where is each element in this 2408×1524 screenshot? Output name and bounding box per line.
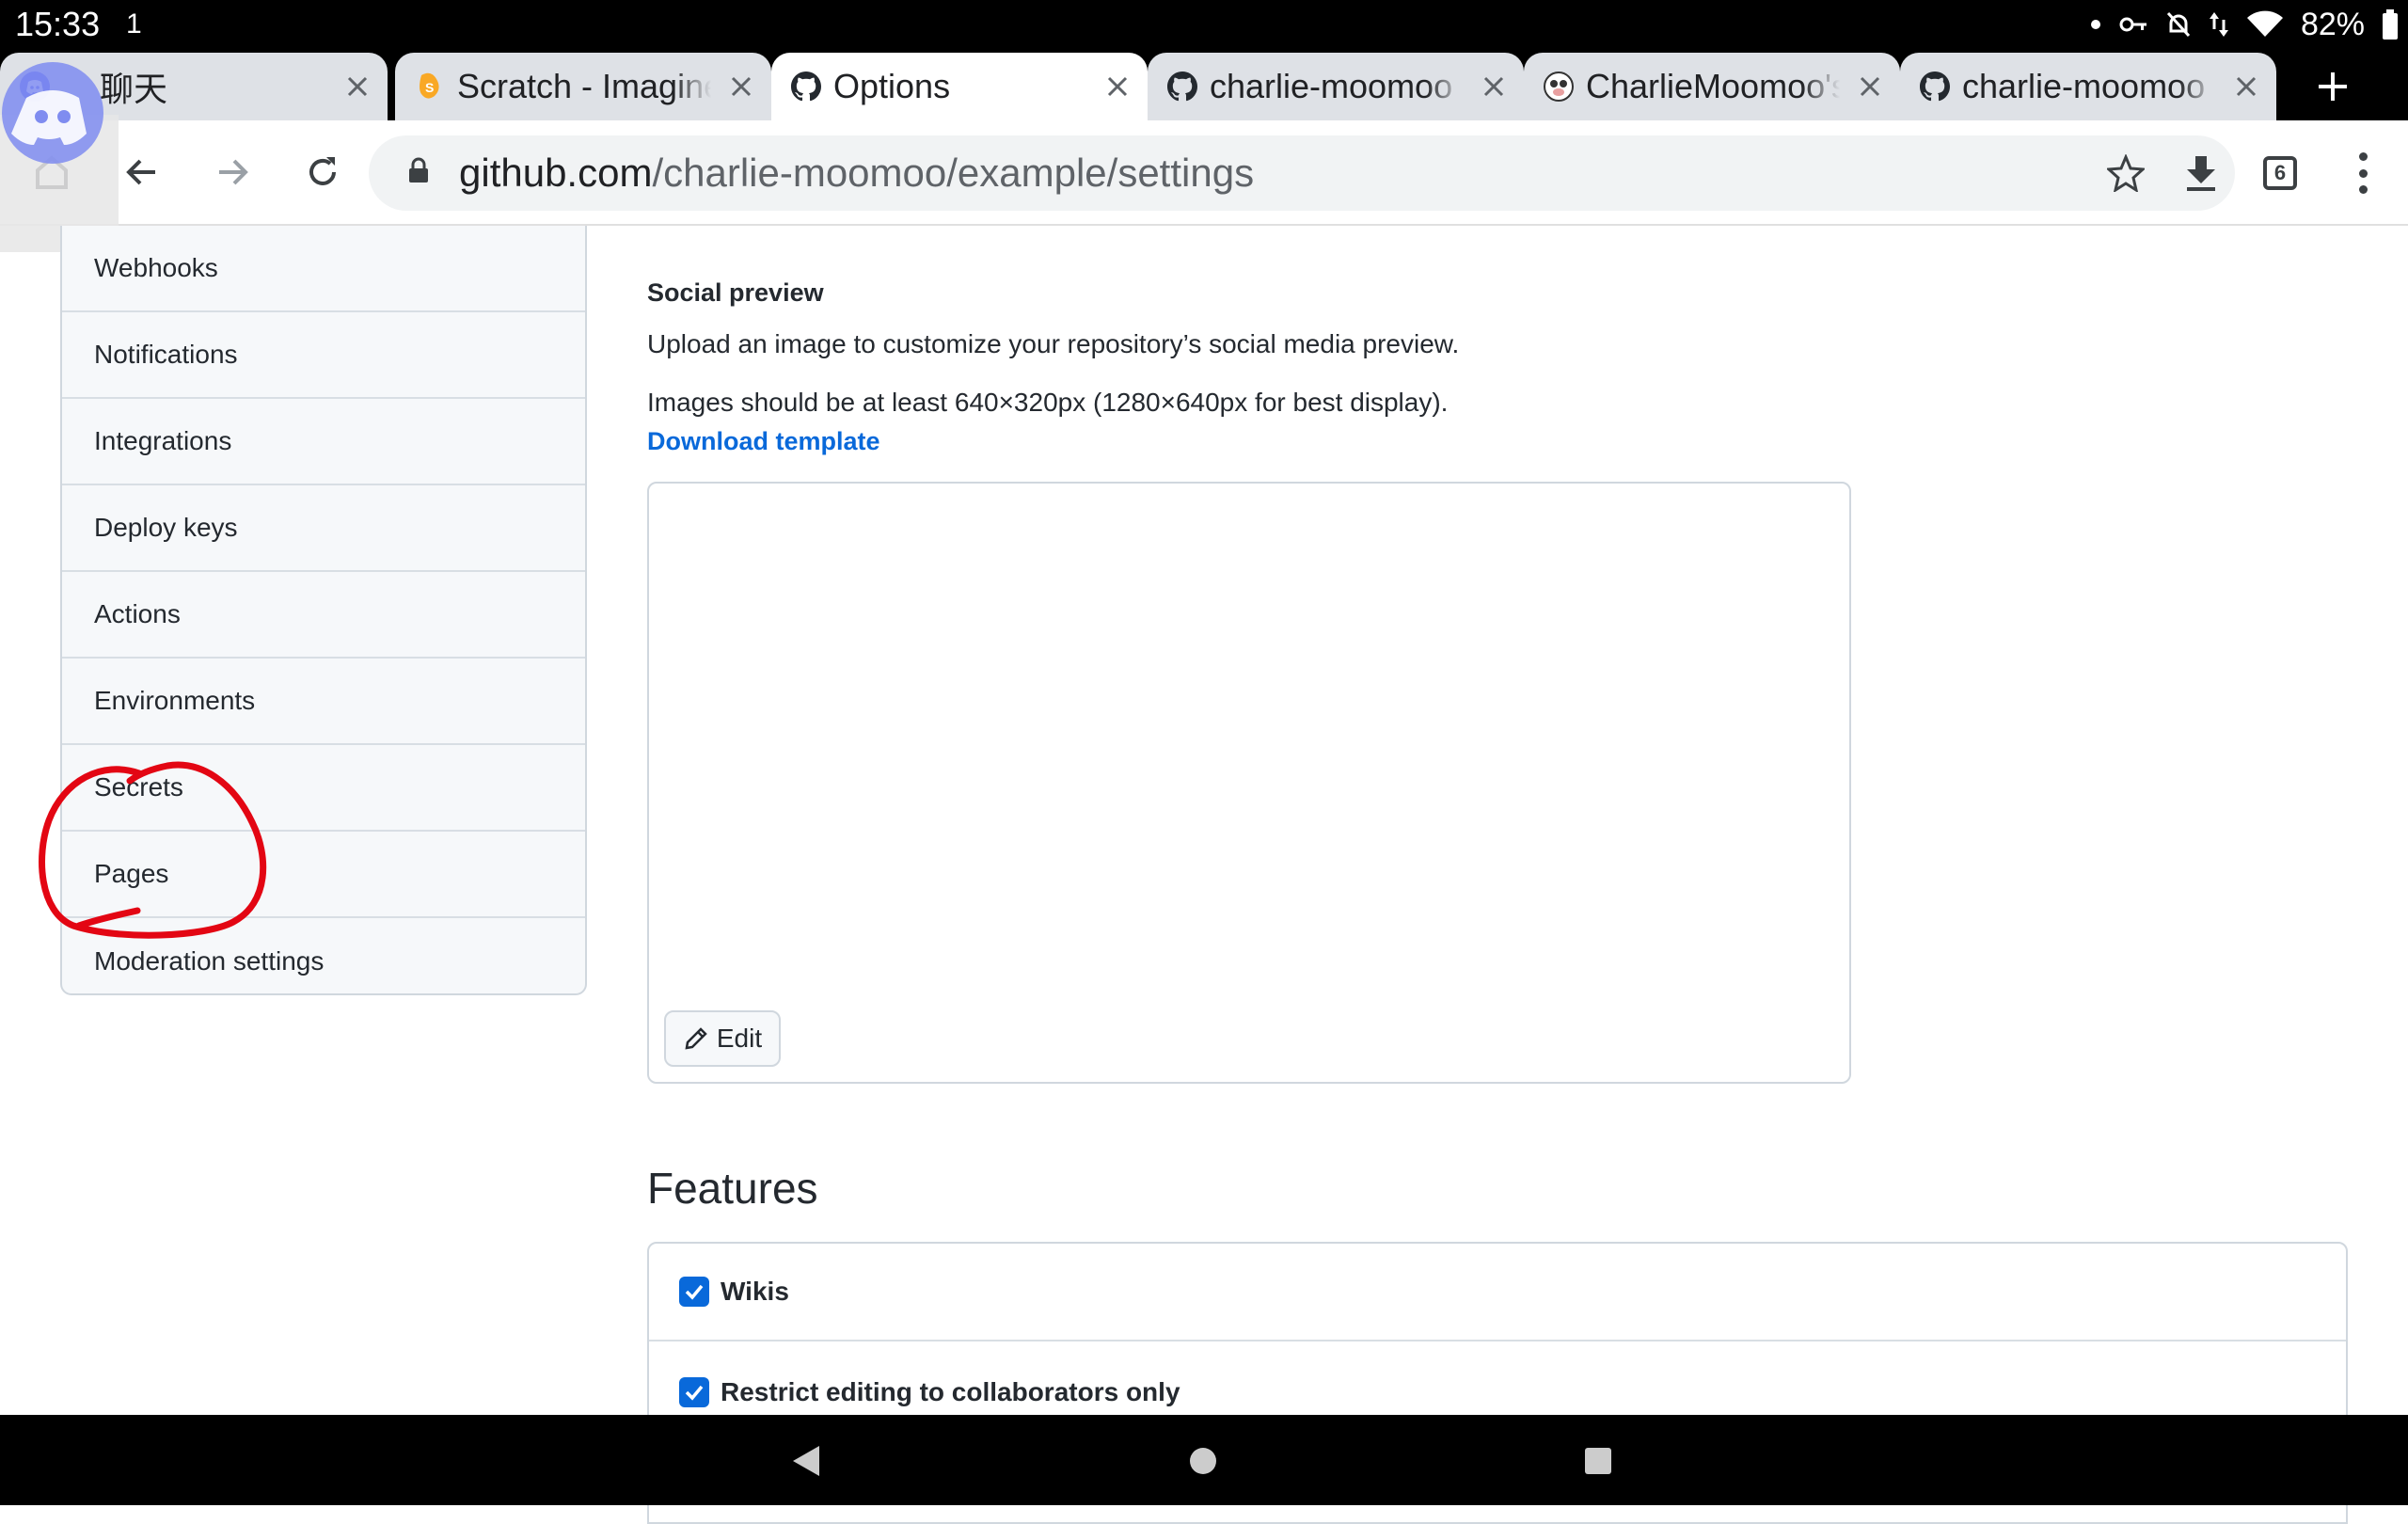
- sidebar-item-pages[interactable]: Pages: [62, 832, 585, 918]
- new-tab-button[interactable]: [2305, 58, 2361, 115]
- tab-title: charlie-moomoo: [1210, 67, 1453, 105]
- reload-button[interactable]: [290, 139, 356, 205]
- tab-title: 聊天: [100, 70, 168, 108]
- sidebar-item-deploy-keys[interactable]: Deploy keys: [62, 485, 585, 572]
- arrow-left-icon: [126, 159, 155, 185]
- tab-charlie-moomoo-1[interactable]: charlie-moomoo: [1148, 53, 1524, 120]
- wifi-icon: [2246, 10, 2283, 37]
- restrict-editing-checkbox[interactable]: [679, 1377, 709, 1407]
- forward-button[interactable]: [199, 139, 265, 205]
- more-menu-button[interactable]: [2344, 147, 2382, 199]
- url-path: /charlie-moomoo/example/settings: [652, 151, 1255, 195]
- restrict-editing-label: Restrict editing to collaborators only: [721, 1377, 1180, 1406]
- sidebar-item-integrations[interactable]: Integrations: [62, 399, 585, 485]
- sidebar-item-secrets[interactable]: Secrets: [62, 745, 585, 832]
- feature-row-wikis: Wikis: [649, 1244, 2346, 1341]
- status-time: 15:33: [15, 5, 101, 43]
- social-preview-description: Upload an image to customize your reposi…: [647, 329, 1460, 358]
- url-text: github.com/charlie-moomoo/example/settin…: [459, 151, 1254, 196]
- circle-home-icon: [1190, 1448, 1216, 1474]
- tab-title: Scratch - Imagine, Program, Share: [457, 67, 711, 105]
- star-bookmark-icon[interactable]: [2107, 154, 2145, 192]
- back-button[interactable]: [109, 139, 175, 205]
- data-arrows-icon: [2209, 12, 2228, 37]
- status-icons: 82%: [2090, 4, 2399, 45]
- tab-title: Options: [833, 67, 951, 105]
- reload-icon: [309, 157, 336, 185]
- nav-back-button[interactable]: [783, 1437, 830, 1484]
- address-bar[interactable]: github.com/charlie-moomoo/example/settin…: [369, 135, 2235, 211]
- close-icon[interactable]: [341, 70, 374, 103]
- square-recents-icon: [1585, 1448, 1611, 1474]
- android-nav-bar: [0, 1415, 2408, 1505]
- browser-toolbar: github.com/charlie-moomoo/example/settin…: [0, 120, 2408, 226]
- close-icon[interactable]: [2229, 70, 2263, 103]
- arrow-right-icon: [219, 159, 248, 185]
- triangle-back-icon: [793, 1446, 819, 1476]
- status-notification-count: 1: [126, 8, 142, 40]
- wikis-checkbox[interactable]: [679, 1277, 709, 1307]
- github-icon: [1166, 71, 1198, 103]
- battery-percent: 82%: [2300, 6, 2365, 42]
- pencil-icon: [685, 1027, 707, 1050]
- svg-text:S: S: [425, 80, 434, 95]
- social-preview-requirement: Images should be at least 640×320px (128…: [647, 388, 1449, 417]
- wikis-label: Wikis: [721, 1277, 789, 1306]
- nav-recents-button[interactable]: [1575, 1437, 1622, 1484]
- close-icon[interactable]: [1101, 70, 1134, 103]
- close-icon[interactable]: [1853, 70, 1887, 103]
- social-preview-image-area: Edit: [647, 482, 1851, 1084]
- bell-off-icon: [2166, 11, 2191, 38]
- tab-title: CharlieMoomoo's: [1586, 67, 1840, 105]
- nav-home-button[interactable]: [1180, 1437, 1227, 1484]
- tab-charliemoomoo-profile[interactable]: CharlieMoomoo's: [1524, 53, 1900, 120]
- check-icon: [685, 1385, 704, 1401]
- tab-options[interactable]: Options: [771, 53, 1148, 120]
- sidebar-item-environments[interactable]: Environments: [62, 659, 585, 745]
- tab-charlie-moomoo-2[interactable]: charlie-moomoo: [1900, 53, 2276, 120]
- discord-icon: [2, 62, 103, 164]
- download-template-link[interactable]: Download template: [647, 427, 880, 456]
- scratch-icon: S: [414, 71, 446, 103]
- edit-button-label: Edit: [716, 1024, 763, 1053]
- sidebar-item-notifications[interactable]: Notifications: [62, 312, 585, 399]
- github-icon: [1919, 71, 1951, 103]
- plus-icon: [2319, 72, 2347, 101]
- sidebar-item-actions[interactable]: Actions: [62, 572, 585, 659]
- features-heading: Features: [647, 1164, 818, 1213]
- check-icon: [685, 1284, 704, 1300]
- tab-title: charlie-moomoo: [1962, 67, 2206, 105]
- sidebar-item-webhooks[interactable]: Webhooks: [62, 226, 585, 312]
- discord-chat-bubble[interactable]: [0, 58, 119, 252]
- settings-sidebar: Webhooks Notifications Integrations Depl…: [60, 226, 587, 995]
- social-preview-heading: Social preview: [647, 278, 824, 307]
- battery-icon: [2383, 9, 2398, 40]
- sidebar-item-moderation-settings[interactable]: Moderation settings: [62, 918, 585, 1005]
- tab-scratch[interactable]: S Scratch - Imagine, Program, Share: [395, 53, 771, 120]
- url-host: github.com: [459, 151, 653, 195]
- status-bar: 15:33 1 82%: [0, 0, 2408, 49]
- avatar-icon: [1543, 71, 1575, 103]
- lock-icon: [409, 157, 428, 183]
- tab-strip: 聊天 S Scratch - Imagine, Program, Share O…: [0, 49, 2408, 120]
- vpn-key-icon: [2119, 17, 2147, 32]
- tab-switcher-button[interactable]: 6: [2263, 156, 2297, 190]
- close-icon[interactable]: [1477, 70, 1511, 103]
- dot-icon: [2090, 20, 2100, 29]
- close-icon[interactable]: [724, 70, 758, 103]
- github-icon: [790, 71, 822, 103]
- download-icon[interactable]: [2184, 154, 2218, 192]
- edit-button[interactable]: Edit: [664, 1010, 781, 1067]
